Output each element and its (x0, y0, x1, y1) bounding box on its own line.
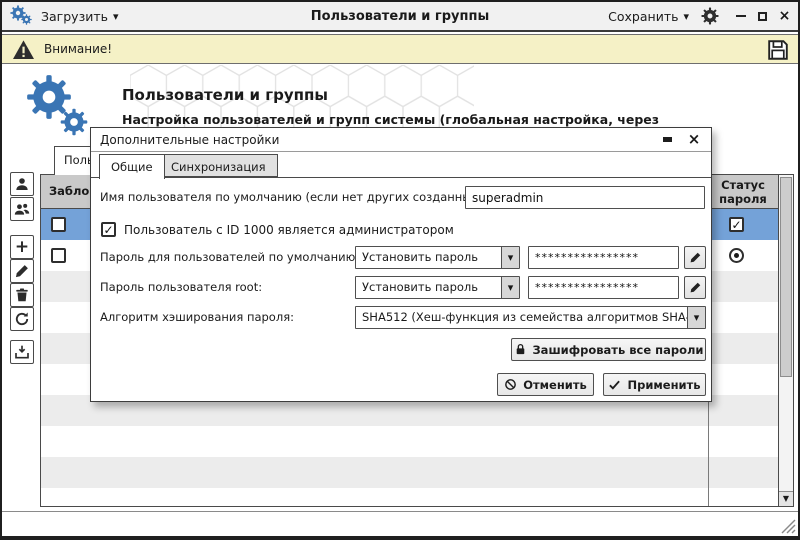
hash-algorithm-value: SHA512 (Хеш-функция из семейства алгорит… (356, 307, 687, 328)
user-icon (14, 176, 30, 192)
apply-label: Применить (627, 378, 700, 392)
pencil-icon (689, 251, 702, 264)
dialog-tab-sync[interactable]: Синхронизация (159, 154, 278, 177)
toolbar-users-view-button[interactable] (10, 172, 34, 196)
toolbar-import-button[interactable] (10, 340, 34, 364)
blocked-checkbox[interactable] (51, 217, 66, 232)
chevron-down-icon[interactable]: ▾ (501, 277, 519, 298)
dialog-tab-sync-label: Синхронизация (171, 160, 266, 174)
chevron-down-icon: ▾ (683, 11, 689, 22)
default-password-edit-button[interactable] (684, 246, 706, 269)
apply-check-icon (608, 378, 621, 391)
toolbar-add-button[interactable]: + (10, 235, 34, 259)
default-password-input[interactable] (528, 246, 679, 269)
blocked-checkbox[interactable] (51, 248, 66, 263)
load-button-label: Загрузить (41, 9, 108, 24)
titlebar-right: Сохранить ▾ × (608, 2, 792, 30)
status-bar (2, 511, 798, 536)
default-password-mode-value: Установить пароль (356, 247, 501, 268)
titlebar: Загрузить ▾ Пользователи и группы Сохран… (2, 2, 798, 32)
load-button[interactable]: Загрузить ▾ (41, 9, 119, 24)
apply-button[interactable]: Применить (603, 373, 706, 396)
trash-icon (14, 287, 30, 303)
hash-algorithm-label: Алгоритм хэширования пароля: (100, 306, 294, 329)
default-username-label: Имя пользователя по умолчанию (если нет … (100, 186, 487, 209)
scroll-down-icon: ▼ (783, 495, 789, 503)
advanced-settings-dialog: Дополнительные настройки × Общие Синхрон… (90, 127, 712, 402)
admin-checkbox[interactable]: ✓ (101, 222, 116, 237)
floppy-disk-icon (766, 38, 790, 62)
page-title: Пользователи и группы (122, 86, 328, 104)
column-header-password-status[interactable]: Статус пароля (708, 179, 778, 207)
check-icon: ✓ (103, 224, 113, 236)
warning-bar: Внимание! (2, 34, 798, 64)
pencil-icon (14, 263, 30, 279)
default-username-input[interactable] (465, 186, 705, 209)
import-icon (14, 344, 30, 360)
chevron-down-icon[interactable]: ▾ (501, 247, 519, 268)
toolbar-edit-button[interactable] (10, 259, 34, 283)
logo-gears-icon (26, 72, 98, 142)
window-controls: × (733, 9, 792, 24)
maximize-icon (758, 12, 767, 21)
toolbar-groups-view-button[interactable] (10, 197, 34, 221)
refresh-icon (14, 311, 30, 327)
minimize-button[interactable] (733, 9, 748, 24)
app-window: Загрузить ▾ Пользователи и группы Сохран… (0, 0, 800, 540)
admin-checkbox-row: ✓ Пользователь с ID 1000 является админи… (101, 222, 454, 237)
scrollbar-thumb[interactable] (780, 177, 792, 377)
group-icon (14, 201, 30, 217)
dialog-minimize-button[interactable] (660, 132, 675, 147)
toolbar-refresh-button[interactable] (10, 307, 34, 331)
dialog-close-button[interactable]: × (686, 131, 702, 147)
root-password-label: Пароль пользователя root: (100, 276, 262, 299)
root-password-edit-button[interactable] (684, 276, 706, 299)
dialog-tab-divider (91, 177, 711, 178)
check-icon: ✓ (731, 219, 741, 231)
warning-message: Внимание! (44, 42, 112, 56)
close-icon: × (779, 9, 791, 23)
titlebar-left: Загрузить ▾ (10, 2, 119, 30)
dialog-titlebar: Дополнительные настройки × (91, 128, 711, 152)
save-button-label: Сохранить (608, 9, 678, 24)
save-button[interactable]: Сохранить ▾ (608, 9, 689, 24)
warning-icon (12, 39, 35, 60)
close-button[interactable]: × (777, 9, 792, 24)
toolbar-delete-button[interactable] (10, 283, 34, 307)
default-password-mode-select[interactable]: Установить пароль ▾ (355, 246, 520, 269)
root-password-input[interactable] (528, 276, 679, 299)
cancel-icon (504, 378, 517, 391)
dialog-close-icon: × (688, 130, 701, 148)
maximize-button[interactable] (755, 9, 770, 24)
password-status-radio[interactable] (729, 248, 744, 263)
password-status-checkbox[interactable]: ✓ (729, 217, 744, 232)
minimize-icon (736, 15, 746, 17)
lock-icon (514, 343, 527, 356)
app-gears-icon (10, 5, 34, 27)
dialog-tab-general-label: Общие (111, 160, 153, 174)
cancel-label: Отменить (523, 378, 587, 392)
encrypt-all-button[interactable]: Зашифровать все пароли (511, 338, 706, 361)
chevron-down-icon[interactable]: ▾ (687, 307, 705, 328)
resize-grip[interactable] (781, 519, 796, 534)
dialog-tab-general[interactable]: Общие (99, 154, 165, 179)
dialog-minimize-icon (663, 137, 672, 142)
hash-algorithm-select[interactable]: SHA512 (Хеш-функция из семейства алгорит… (355, 306, 706, 329)
default-password-label: Пароль для пользователей по умолчанию: (100, 246, 359, 269)
plus-icon: + (15, 239, 29, 256)
save-config-button[interactable] (766, 38, 790, 62)
chevron-down-icon: ▾ (113, 11, 119, 22)
settings-button[interactable] (701, 7, 719, 25)
admin-checkbox-label: Пользователь с ID 1000 является админист… (124, 223, 454, 237)
root-password-mode-select[interactable]: Установить пароль ▾ (355, 276, 520, 299)
encrypt-all-label: Зашифровать все пароли (533, 343, 704, 357)
scroll-down-button[interactable]: ▼ (779, 491, 793, 506)
root-password-mode-value: Установить пароль (356, 277, 501, 298)
vertical-scrollbar[interactable]: ▼ (778, 175, 793, 506)
dialog-title: Дополнительные настройки (100, 133, 279, 147)
cancel-button[interactable]: Отменить (497, 373, 594, 396)
pencil-icon (689, 281, 702, 294)
